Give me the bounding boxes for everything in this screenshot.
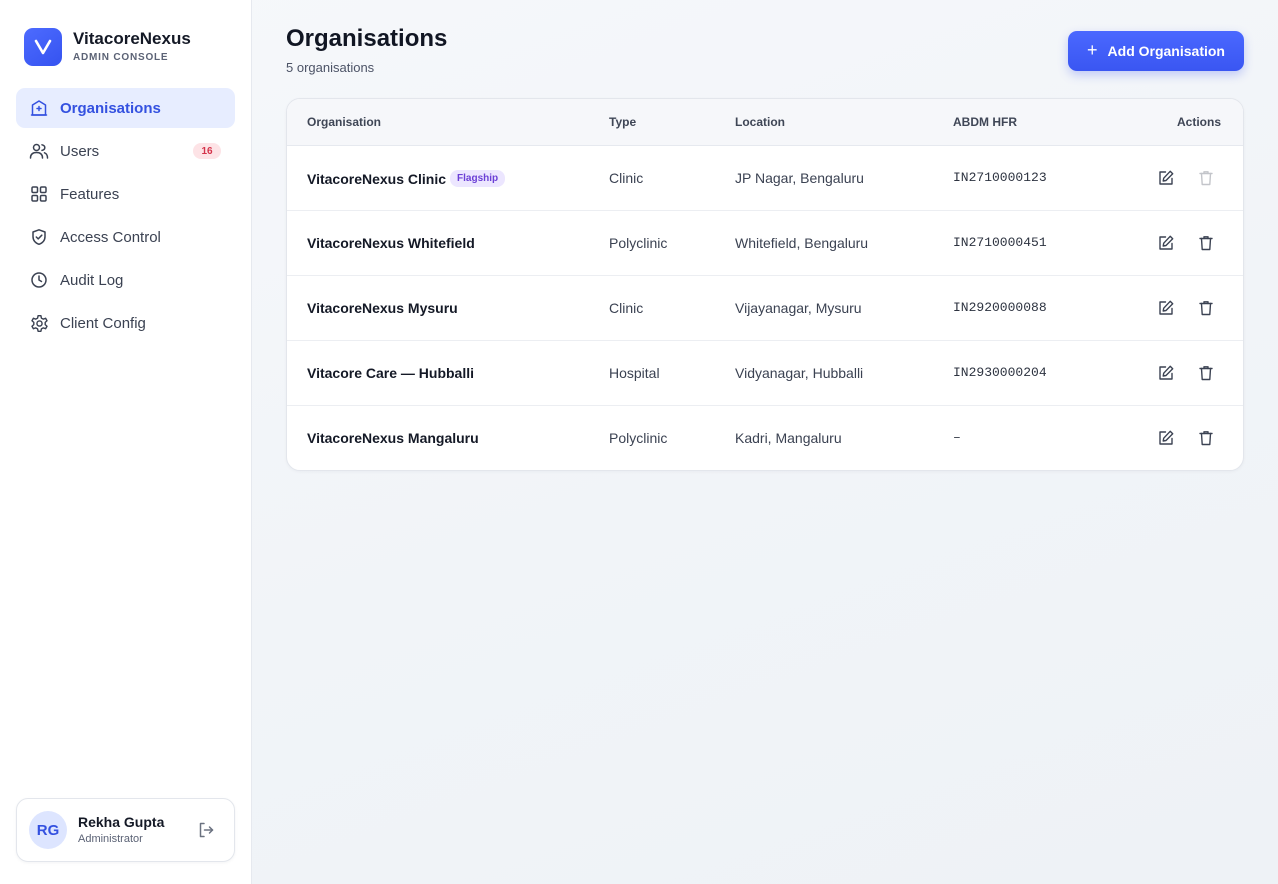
table-row[interactable]: VitacoreNexus Mangaluru Polyclinic Kadri… <box>287 406 1243 470</box>
organisation-type: Hospital <box>609 365 660 381</box>
organisation-type: Polyclinic <box>609 235 668 251</box>
organisation-location: Whitefield, Bengaluru <box>735 235 869 251</box>
organisation-hfr: IN2710000123 <box>953 170 1047 185</box>
sidebar-item-client-config[interactable]: Client Config <box>16 303 235 343</box>
column-header-organisation[interactable]: Organisation <box>307 115 381 129</box>
user-card: RG Rekha Gupta Administrator <box>16 798 235 862</box>
flagship-tag: Flagship <box>450 170 506 187</box>
sidebar-item-label: Features <box>60 185 120 203</box>
trash-icon[interactable] <box>1197 364 1215 382</box>
trash-icon[interactable] <box>1197 299 1215 317</box>
organisation-hfr: – <box>953 430 961 445</box>
organisation-name: VitacoreNexus Mysuru <box>307 300 458 316</box>
avatar[interactable]: RG <box>29 811 67 849</box>
add-organisation-label: Add Organisation <box>1107 43 1225 59</box>
organisation-hfr: IN2710000451 <box>953 235 1047 250</box>
column-header-abdm-hfr[interactable]: ABDM HFR <box>953 115 1017 129</box>
brand-logo <box>24 28 62 66</box>
add-organisation-button[interactable]: + Add Organisation <box>1068 31 1244 71</box>
trash-icon[interactable] <box>1197 429 1215 447</box>
page-title: Organisations <box>286 25 448 52</box>
organisation-location: Vidyanagar, Hubballi <box>735 365 864 381</box>
organisation-hfr: IN2920000088 <box>953 300 1047 315</box>
organisation-count: 5 organisations <box>286 60 375 75</box>
edit-icon[interactable] <box>1157 429 1175 447</box>
organisation-name: VitacoreNexus Clinic <box>307 170 447 187</box>
organisation-type: Clinic <box>609 300 644 316</box>
shield-check-icon <box>29 227 49 247</box>
organisation-location: Kadri, Mangaluru <box>735 430 842 446</box>
sidebar-item-audit-log[interactable]: Audit Log <box>16 260 235 300</box>
sidebar-item-users[interactable]: Users 16 <box>16 131 235 171</box>
sidebar-item-label: Audit Log <box>60 271 124 289</box>
organisation-type: Polyclinic <box>609 430 668 446</box>
sidebar-item-label: Users <box>60 142 100 160</box>
users-count-badge: 16 <box>193 143 221 159</box>
sidebar-item-access-control[interactable]: Access Control <box>16 217 235 257</box>
gear-icon <box>29 313 49 333</box>
sidebar-item-organisations[interactable]: Organisations <box>16 88 235 128</box>
table-row[interactable]: VitacoreNexus Mysuru Clinic Vijayanagar,… <box>287 276 1243 341</box>
users-icon <box>29 141 49 161</box>
organisation-type: Clinic <box>609 170 644 186</box>
table-row[interactable]: VitacoreNexus Clinic Flagship Clinic JP … <box>287 146 1243 211</box>
brand-name: VitacoreNexus <box>73 29 191 48</box>
building-icon <box>29 98 49 118</box>
edit-icon[interactable] <box>1157 169 1175 187</box>
table-header: Organisation Type Location ABDM HFR Acti… <box>287 99 1243 146</box>
edit-icon[interactable] <box>1157 234 1175 252</box>
sidebar-nav: Organisations Users 16 Features Access C… <box>16 88 235 346</box>
column-header-location[interactable]: Location <box>735 115 785 129</box>
organisation-location: JP Nagar, Bengaluru <box>735 170 864 186</box>
edit-icon[interactable] <box>1157 299 1175 317</box>
organisations-table: Organisation Type Location ABDM HFR Acti… <box>286 98 1244 471</box>
column-header-type[interactable]: Type <box>609 115 636 129</box>
sidebar: VitacoreNexus ADMIN CONSOLE Organisation… <box>0 0 252 884</box>
brand[interactable]: VitacoreNexus ADMIN CONSOLE <box>24 28 191 66</box>
organisation-name: VitacoreNexus Whitefield <box>307 235 475 251</box>
logout-icon[interactable] <box>196 820 216 840</box>
organisation-hfr: IN2930000204 <box>953 365 1047 380</box>
sidebar-item-label: Client Config <box>60 314 146 332</box>
table-row[interactable]: VitacoreNexus Whitefield Polyclinic Whit… <box>287 211 1243 276</box>
organisation-name: Vitacore Care — Hubballi <box>307 365 475 381</box>
column-header-actions: Actions <box>1176 115 1221 129</box>
sidebar-item-label: Access Control <box>60 228 161 246</box>
trash-icon[interactable] <box>1197 234 1215 252</box>
sidebar-item-features[interactable]: Features <box>16 174 235 214</box>
organisation-location: Vijayanagar, Mysuru <box>735 300 862 316</box>
user-name: Rekha Gupta <box>78 813 165 830</box>
table-row[interactable]: Vitacore Care — Hubballi Hospital Vidyan… <box>287 341 1243 406</box>
trash-icon <box>1197 169 1215 187</box>
v-logo-icon <box>34 39 52 55</box>
plus-icon: + <box>1087 40 1098 60</box>
sidebar-item-label: Organisations <box>60 99 161 117</box>
organisation-name: VitacoreNexus Mangaluru <box>307 430 479 446</box>
brand-subtitle: ADMIN CONSOLE <box>73 52 169 63</box>
grid-icon <box>29 184 49 204</box>
clock-icon <box>29 270 49 290</box>
user-role: Administrator <box>78 832 143 845</box>
edit-icon[interactable] <box>1157 364 1175 382</box>
main-content: Organisations 5 organisations + Add Orga… <box>252 0 1278 884</box>
